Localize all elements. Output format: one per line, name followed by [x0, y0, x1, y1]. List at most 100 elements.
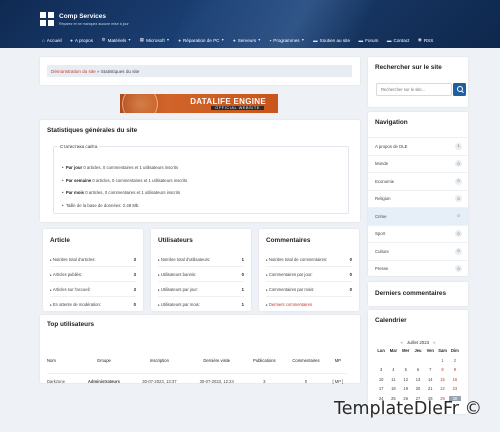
calendar-day-name: Jeu: [414, 348, 422, 353]
article-card: Article Nombre total d'articles:3Article…: [43, 229, 143, 311]
calendar-day[interactable]: 8: [436, 367, 448, 372]
count-badge: 0: [455, 230, 462, 238]
calendar-day[interactable]: 22: [436, 386, 448, 391]
calendar-day[interactable]: 4: [387, 367, 399, 372]
watermark: TemplateDleFr ©: [334, 399, 483, 419]
nav-item-mat-riels[interactable]: ⚙ Matériels ▼: [102, 37, 132, 43]
list-item: Articles publiés: 3: [50, 267, 136, 282]
sidebar-item-sport[interactable]: Sport 0: [368, 224, 468, 243]
stat-label: En attente de modération:: [50, 302, 101, 307]
stats-title: Statistiques générales du site: [47, 127, 138, 134]
sidebar-item-monde[interactable]: Monde 0: [368, 154, 468, 173]
chevron-down-icon: ▼: [166, 38, 170, 42]
calendar-day[interactable]: 17: [375, 386, 387, 391]
count-badge: 0: [455, 247, 462, 255]
nav-item-r-paration-de-pc[interactable]: ● Réparation de PC ▼: [178, 38, 224, 43]
calendar-day[interactable]: 11: [387, 377, 399, 382]
stat-label: Nombre total d'articles:: [50, 257, 96, 262]
search-input[interactable]: [376, 83, 452, 96]
calendar-day[interactable]: 15: [436, 377, 448, 382]
calendar-day-name: Dim: [450, 348, 459, 353]
nav-item-serveurs[interactable]: ● Serveurs ▼: [233, 38, 261, 43]
nav-item-a-propos[interactable]: ● A propos: [70, 38, 93, 43]
count-badge: 0: [455, 195, 462, 203]
calendar-day[interactable]: 10: [375, 377, 387, 382]
article-title: Article: [50, 237, 70, 244]
sidebar-item-economie[interactable]: Economie 0: [368, 172, 468, 190]
nav-item-label: A propos: [74, 37, 94, 43]
calendar-day[interactable]: 19: [400, 386, 412, 391]
list-item: Nombre total d'utilisateurs: 1: [158, 252, 244, 267]
calendar-day[interactable]: 18: [387, 386, 399, 391]
sidebar-item-label: Sport: [375, 231, 386, 237]
calendar-prev-button[interactable]: «: [400, 340, 402, 345]
calendar-day[interactable]: 5: [400, 367, 412, 372]
nav-item-forum[interactable]: ▬ Forum: [359, 38, 379, 43]
user-name-link[interactable]: Darkzone: [47, 373, 77, 384]
comments-card: Commentaires Nombre total de commentaire…: [259, 229, 359, 311]
globe-graphic: [122, 94, 158, 113]
calendar-title: Calendrier: [375, 317, 407, 324]
sidebar-item-presse[interactable]: Presse 0: [368, 259, 468, 278]
top-users-card: Top utilisateurs Nom Groupe Inscription …: [40, 315, 360, 384]
calendar-day[interactable]: 14: [424, 377, 436, 382]
nav-item-accueil[interactable]: ⌂ Accueil: [42, 38, 62, 43]
user-pm-link[interactable]: [ MP ]: [328, 373, 347, 384]
calendar-day[interactable]: 2: [449, 358, 461, 363]
calendar-day[interactable]: 23: [449, 386, 461, 391]
calendar-grid: Lun Mar Mer Jeu Ven Sam Dim 1 2 3 4 5 6 7 8 9 10 11 12 13 14…: [375, 348, 461, 401]
calendar-day-name: Lun: [377, 348, 385, 353]
nav-item-microsoft[interactable]: ▦ Microsoft ▼: [140, 37, 170, 43]
stat-label: Articles sur l'accueil:: [50, 287, 91, 292]
calendar-day[interactable]: 7: [424, 367, 436, 372]
calendar-day[interactable]: 12: [400, 377, 412, 382]
sidebar-item-culture[interactable]: Culture 0: [368, 242, 468, 260]
calendar-day[interactable]: 21: [424, 386, 436, 391]
windows-icon: ▦: [139, 37, 145, 42]
info-icon: ●: [70, 37, 73, 43]
windows-logo-icon[interactable]: [40, 12, 54, 26]
calendar-month: Juillet 2023: [406, 340, 430, 345]
col-last-visit: Dernière visite: [203, 358, 231, 363]
sidebar-item-crime[interactable]: Crime 0: [368, 207, 468, 225]
calendar-day[interactable]: 20: [412, 386, 424, 391]
user-group: Administrateurs: [77, 373, 131, 384]
breadcrumb-link[interactable]: Démonstration du site: [51, 69, 96, 74]
calendar-day[interactable]: 16: [449, 377, 461, 382]
users-title: Utilisateurs: [158, 237, 193, 244]
nav-item-contact[interactable]: ▬ Contact: [387, 38, 409, 43]
search-button[interactable]: [453, 83, 466, 96]
calendar-day: [387, 358, 399, 363]
calendar-day[interactable]: 3: [375, 367, 387, 372]
nav-item-programmes[interactable]: ▪ Programmes ▼: [270, 38, 305, 43]
sidebar-item-label: Presse: [375, 266, 389, 272]
sidebar-item-label: A propos de DLE: [375, 143, 408, 149]
stats-list: • Par jour 0 articles, 0 commentaires et…: [62, 165, 187, 215]
search-card: Rechercher sur le site: [368, 57, 468, 107]
site-brand[interactable]: Comp Services: [59, 13, 106, 20]
calendar-day[interactable]: 13: [412, 377, 424, 382]
banner-title: DATALIFE ENGINE: [190, 97, 266, 106]
nav-item-soutien-au-site[interactable]: ▬ Soutien au site: [313, 38, 350, 43]
count-badge: 0: [455, 160, 462, 168]
list-item[interactable]: Derniers commentaires: [266, 297, 352, 312]
calendar-day[interactable]: 9: [449, 367, 461, 372]
calendar-next-button[interactable]: »: [433, 340, 435, 345]
top-users-table: Nom Groupe Inscription Dernière visite P…: [47, 358, 347, 384]
nav-item-label: Contact: [393, 37, 410, 43]
list-item: Nombre total de commentaires: 0: [266, 252, 352, 267]
sidebar-item-religion[interactable]: Religion 0: [368, 189, 468, 208]
count-badge: 0: [455, 177, 462, 185]
calendar-header: « Juillet 2023 »: [368, 340, 468, 345]
calendar-day[interactable]: 6: [412, 367, 424, 372]
col-registered: Inscription: [149, 358, 169, 363]
calendar-day: [375, 358, 387, 363]
chevron-down-icon: ▼: [221, 38, 225, 42]
stat-label: Commentaires par mois:: [266, 287, 315, 292]
calendar-day[interactable]: 1: [436, 358, 448, 363]
sidebar-item-a-propos-de-dle[interactable]: A propos de DLE 1: [368, 137, 468, 155]
stat-value: 0: [349, 271, 352, 277]
dle-banner[interactable]: DATALIFE ENGINE OFFICIAL WEBSITE: [120, 94, 278, 113]
nav-item-rss[interactable]: ◉ RSS: [418, 37, 433, 43]
stats-line-month: • Par mois 0 articles, 0 commentaires et…: [62, 190, 181, 195]
